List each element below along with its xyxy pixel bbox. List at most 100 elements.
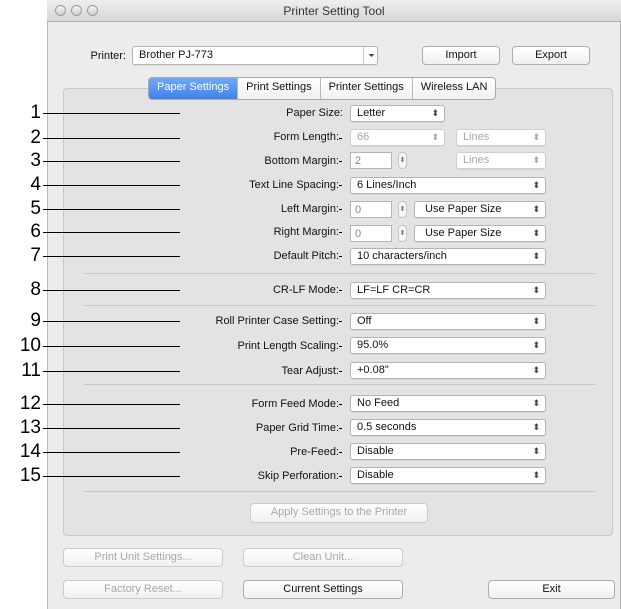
printer-label: Printer:	[90, 50, 126, 62]
text-line-spacing-select[interactable]: 6 Lines/Inch ⬍	[350, 177, 546, 194]
right-margin-unit-select[interactable]: Use Paper Size ⬍	[414, 225, 546, 242]
right-margin-value: 0	[355, 228, 362, 240]
cr-lf-mode-value: LF=LF CR=CR	[357, 284, 431, 296]
text-line-spacing-label: Text Line Spacing:	[180, 179, 339, 191]
export-button[interactable]: Export	[512, 46, 590, 65]
roll-printer-case-label: Roll Printer Case Setting:	[180, 315, 339, 327]
divider	[84, 491, 595, 492]
skip-perforation-select[interactable]: Disable ⬍	[350, 467, 546, 484]
bottom-margin-unit-select[interactable]: Lines ⬍	[456, 152, 546, 169]
callout-number: 1	[30, 102, 41, 123]
tab-print-settings[interactable]: Print Settings	[237, 78, 319, 99]
form-length-value: 66	[357, 131, 370, 143]
bottom-margin-stepper-icon[interactable]: ⬍	[398, 152, 407, 169]
callout-number: 12	[19, 393, 41, 414]
cr-lf-mode-select[interactable]: LF=LF CR=CR ⬍	[350, 282, 546, 299]
default-pitch-select[interactable]: 10 characters/inch ⬍	[350, 248, 546, 265]
roll-printer-case-value: Off	[357, 315, 372, 327]
left-margin-unit-value: Use Paper Size	[425, 203, 502, 215]
roll-printer-case-select[interactable]: Off ⬍	[350, 313, 546, 330]
callout-number: 13	[19, 417, 41, 438]
popup-arrows-icon: ⬍	[431, 108, 439, 118]
bottom-margin-input[interactable]: 2	[350, 152, 392, 169]
import-button[interactable]: Import	[422, 46, 500, 65]
tear-adjust-label: Tear Adjust:	[180, 365, 339, 377]
callout-number: 10	[19, 335, 41, 356]
callout-number: 6	[30, 221, 41, 242]
printer-select[interactable]: Brother PJ-773	[132, 46, 378, 65]
tear-adjust-value: +0.08"	[357, 364, 389, 376]
popup-arrows-icon: ⬍	[532, 204, 540, 214]
popup-arrows-icon: ⬍	[532, 398, 540, 408]
popup-arrows-icon: ⬍	[532, 446, 540, 456]
current-settings-button[interactable]: Current Settings	[243, 580, 403, 599]
exit-button[interactable]: Exit	[488, 580, 615, 599]
tear-adjust-select[interactable]: +0.08" ⬍	[350, 362, 546, 379]
default-pitch-label: Default Pitch:	[180, 250, 339, 262]
popup-arrows-icon: ⬍	[532, 422, 540, 432]
callout-number: 4	[30, 174, 41, 195]
default-pitch-value: 10 characters/inch	[357, 250, 447, 262]
form-length-label: Form Length:	[180, 131, 339, 143]
factory-reset-button[interactable]: Factory Reset...	[63, 580, 223, 599]
left-margin-label: Left Margin:	[180, 203, 339, 215]
right-margin-unit-value: Use Paper Size	[425, 227, 502, 239]
form-length-unit-select[interactable]: Lines ⬍	[456, 129, 546, 146]
skip-perforation-label: Skip Perforation:	[180, 470, 339, 482]
form-length-unit-value: Lines	[463, 131, 490, 143]
paper-grid-time-value: 0.5 seconds	[357, 421, 417, 433]
callout-number: 2	[30, 127, 41, 148]
form-length-select[interactable]: 66 ⬍	[350, 129, 445, 146]
form-feed-mode-value: No Feed	[357, 397, 400, 409]
apply-settings-button[interactable]: Apply Settings to the Printer	[250, 503, 428, 523]
right-margin-label: Right Margin:	[180, 226, 339, 238]
paper-grid-time-select[interactable]: 0.5 seconds ⬍	[350, 419, 546, 436]
callout-number: 8	[30, 279, 41, 300]
bottom-margin-value: 2	[355, 155, 362, 167]
paper-grid-time-label: Paper Grid Time:	[180, 422, 339, 434]
print-length-scaling-label: Print Length Scaling:	[180, 340, 339, 352]
tab-paper-settings[interactable]: Paper Settings	[149, 78, 238, 99]
paper-size-value: Letter	[357, 107, 386, 119]
popup-arrows-icon: ⬍	[532, 155, 540, 165]
divider	[84, 384, 595, 385]
paper-size-select[interactable]: Letter ⬍	[350, 105, 445, 122]
popup-arrows-icon: ⬍	[532, 251, 540, 261]
print-length-scaling-select[interactable]: 95.0% ⬍	[350, 337, 546, 354]
right-margin-stepper-icon[interactable]: ⬍	[398, 225, 407, 242]
clean-unit-button[interactable]: Clean Unit...	[243, 548, 403, 567]
paper-size-label: Paper Size:	[180, 107, 343, 119]
divider	[84, 273, 595, 274]
popup-arrows-icon: ⬍	[532, 132, 540, 142]
form-feed-mode-select[interactable]: No Feed ⬍	[350, 395, 546, 412]
callout-number: 9	[30, 310, 41, 331]
skip-perforation-value: Disable	[357, 469, 394, 481]
window-title: Printer Setting Tool	[283, 4, 385, 18]
pre-feed-label: Pre-Feed:	[180, 446, 339, 458]
pre-feed-select[interactable]: Disable ⬍	[350, 443, 546, 460]
bottom-margin-label: Bottom Margin:	[180, 155, 339, 167]
callout-number: 14	[19, 441, 41, 462]
callout-number: 15	[19, 465, 41, 486]
print-unit-settings-button[interactable]: Print Unit Settings...	[63, 548, 223, 567]
text-line-spacing-value: 6 Lines/Inch	[357, 179, 417, 191]
popup-arrows-icon: ⬍	[532, 340, 540, 350]
tab-printer-settings[interactable]: Printer Settings	[319, 78, 412, 99]
bottom-margin-unit-value: Lines	[463, 154, 490, 166]
tab-wireless-lan[interactable]: Wireless LAN	[411, 78, 496, 99]
popup-arrows-icon: ⬍	[532, 180, 540, 190]
left-margin-input[interactable]: 0	[350, 201, 392, 218]
callout-number: 7	[30, 245, 41, 266]
popup-arrows-icon: ⬍	[532, 316, 540, 326]
callout-number: 5	[30, 198, 41, 219]
left-margin-unit-select[interactable]: Use Paper Size ⬍	[414, 201, 546, 218]
divider	[84, 305, 595, 306]
dropdown-arrow-icon	[363, 47, 379, 64]
left-margin-stepper-icon[interactable]: ⬍	[398, 201, 407, 218]
form-feed-mode-label: Form Feed Mode:	[180, 398, 339, 410]
right-margin-input[interactable]: 0	[350, 225, 392, 242]
pre-feed-value: Disable	[357, 445, 394, 457]
callout-number: 3	[30, 150, 41, 171]
popup-arrows-icon: ⬍	[532, 285, 540, 295]
callout-number: 11	[21, 360, 41, 381]
